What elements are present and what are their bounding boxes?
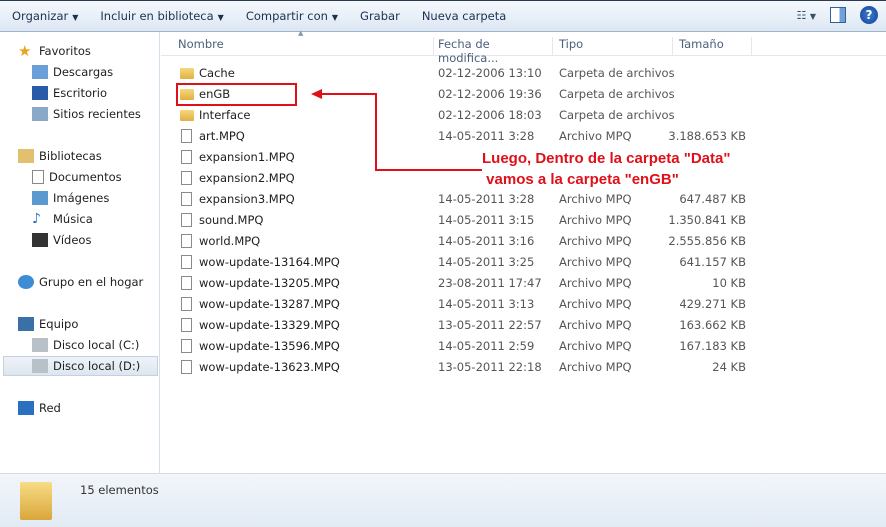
item-count: 15 elementos <box>80 483 159 497</box>
annotation-line-2: vamos a la carpeta "enGB" <box>482 171 679 188</box>
annotation-arrow <box>311 89 483 171</box>
folder-icon <box>20 482 52 520</box>
annotation-line-1: Luego, Dentro de la carpeta "Data" <box>482 150 731 167</box>
details-pane: 15 elementos <box>0 473 886 527</box>
annotation-text: Luego, Dentro de la carpeta "Data" vamos… <box>482 148 762 193</box>
